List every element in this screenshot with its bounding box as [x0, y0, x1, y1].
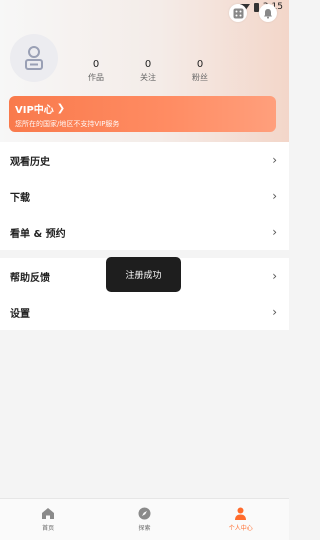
stat-works-label: 作品 — [88, 73, 104, 82]
stat-following-count: 0 — [144, 59, 152, 70]
toast-text: 注册成功 — [125, 271, 162, 281]
vip-title: VIP中心 — [15, 105, 54, 116]
tab-profile[interactable]: 个人中心 — [193, 507, 289, 532]
scan-icon — [233, 8, 243, 18]
chevron-right-icon: › — [272, 153, 277, 167]
chevron-right-icon: › — [272, 305, 277, 319]
tab-profile-label: 个人中心 — [228, 525, 253, 532]
notification-button[interactable] — [259, 4, 277, 22]
compass-icon — [138, 507, 151, 520]
chevron-right-icon: › — [272, 269, 277, 283]
stat-works-count: 0 — [92, 59, 100, 70]
menu-group-primary: 观看历史 › 下载 › 看单 & 预约 › — [0, 142, 289, 250]
stat-fans-label: 粉丝 — [192, 73, 208, 82]
top-actions — [229, 4, 277, 22]
menu-item-label: 观看历史 — [10, 156, 50, 168]
person-icon — [235, 507, 247, 520]
bell-icon — [264, 8, 272, 19]
vip-center-card[interactable]: VIP中心 ❯ 您所在的国家/地区不支持VIP服务 — [9, 96, 276, 132]
stat-following[interactable]: 0 关注 — [122, 58, 174, 84]
profile-stats: 0 作品 0 关注 0 粉丝 — [70, 58, 226, 84]
tab-explore-label: 探索 — [138, 525, 151, 532]
chevron-right-icon: › — [272, 189, 277, 203]
avatar-placeholder-icon — [25, 46, 43, 70]
stat-works[interactable]: 0 作品 — [70, 58, 122, 84]
vip-subtitle: 您所在的国家/地区不支持VIP服务 — [15, 120, 120, 128]
menu-item-label: 设置 — [10, 308, 30, 320]
home-icon — [42, 508, 55, 519]
scan-button[interactable] — [229, 4, 247, 22]
menu-item-watch-history[interactable]: 观看历史 › — [0, 142, 289, 178]
toast-message: 注册成功 — [106, 257, 181, 292]
menu-item-label: 帮助反馈 — [10, 272, 50, 284]
menu-item-label: 下载 — [10, 192, 30, 204]
chevron-right-icon: › — [272, 225, 277, 239]
menu-item-label: 看单 & 预约 — [10, 228, 66, 240]
menu-item-watchlist-reservations[interactable]: 看单 & 预约 › — [0, 214, 289, 250]
chevron-right-icon: ❯ — [56, 103, 66, 114]
avatar[interactable] — [10, 34, 58, 82]
menu-item-downloads[interactable]: 下载 › — [0, 178, 289, 214]
stat-fans[interactable]: 0 粉丝 — [174, 58, 226, 84]
stat-fans-count: 0 — [196, 59, 204, 70]
tab-home-label: 首页 — [42, 525, 55, 532]
menu-item-settings[interactable]: 设置 › — [0, 294, 289, 330]
tab-explore[interactable]: 探索 — [96, 507, 192, 532]
tab-home[interactable]: 首页 — [0, 507, 96, 532]
vip-title-row: VIP中心 ❯ — [15, 101, 270, 116]
bottom-tab-bar: 首页 探索 个人中心 — [0, 498, 289, 540]
stat-following-label: 关注 — [140, 73, 156, 82]
